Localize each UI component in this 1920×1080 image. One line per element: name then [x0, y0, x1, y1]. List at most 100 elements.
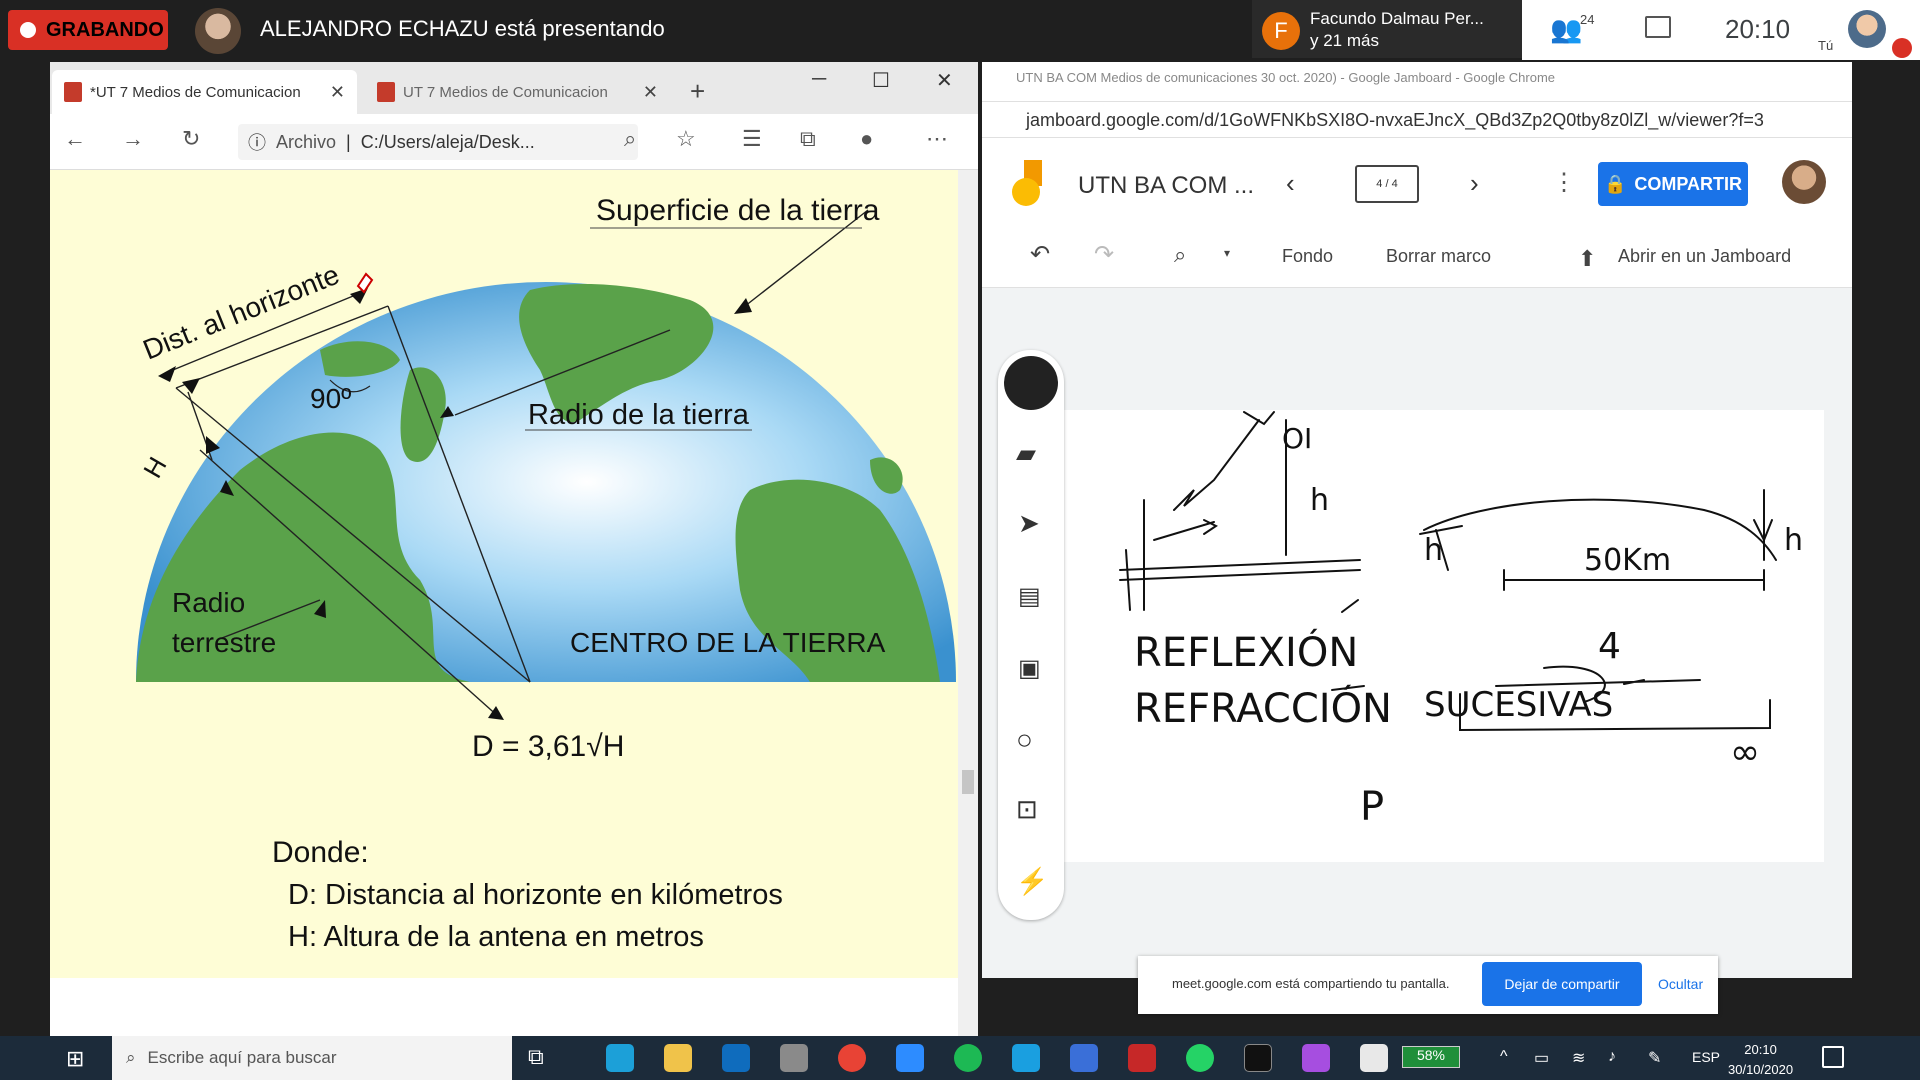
ink-line — [1243, 411, 1275, 426]
undo-icon[interactable]: ↶ — [1030, 240, 1050, 269]
arrow-head — [182, 378, 200, 394]
input-language[interactable]: ESP — [1692, 1049, 1720, 1065]
hide-notice-button[interactable]: Ocultar — [1658, 976, 1703, 992]
arrow-head — [488, 706, 504, 720]
chrome-icon[interactable] — [838, 1044, 866, 1072]
favorite-star-icon[interactable]: ☆ — [676, 126, 696, 152]
notification-icon[interactable] — [1822, 1046, 1844, 1068]
app-l-icon[interactable] — [1012, 1044, 1040, 1072]
jam-name[interactable]: UTN BA COM ... — [1078, 172, 1254, 200]
text-box-icon[interactable]: ⊡ — [1016, 794, 1038, 825]
ink-h2: h — [1424, 533, 1443, 568]
ink-distance: 50Km — [1584, 543, 1671, 578]
zoom-icon[interactable]: ⌕ — [624, 126, 636, 152]
battery-indicator[interactable]: 58% — [1402, 1046, 1460, 1068]
laser-icon[interactable]: ⚡ — [1016, 866, 1048, 897]
ink-line — [1119, 569, 1361, 581]
address-bar[interactable]: ⓘ Archivo | C:/Users/aleja/Desk... — [238, 124, 638, 160]
windows-start-icon[interactable]: ⊞ — [66, 1046, 84, 1072]
refresh-icon[interactable]: ↻ — [182, 126, 200, 152]
select-icon[interactable]: ➤ — [1018, 508, 1040, 539]
people-count: 24 — [1580, 12, 1595, 27]
ink-h3: h — [1784, 523, 1803, 558]
collections-icon[interactable]: ⧉ — [800, 126, 816, 152]
tab-label: *UT 7 Medios de Comunicacion — [90, 83, 301, 101]
zoom-app-icon[interactable] — [896, 1044, 924, 1072]
tray-time: 20:10 — [1744, 1042, 1777, 1057]
tab-pdf[interactable]: UT 7 Medios de Comunicacion ✕ — [365, 70, 670, 114]
arrow-head — [734, 298, 752, 314]
background-button[interactable]: Fondo — [1282, 246, 1333, 267]
share-button[interactable]: 🔒 COMPARTIR — [1598, 162, 1748, 206]
close-tab-icon[interactable]: ✕ — [643, 82, 658, 103]
terminal-icon[interactable] — [1244, 1044, 1272, 1072]
jamboard-user-avatar[interactable] — [1782, 160, 1826, 204]
clear-frame-button[interactable]: Borrar marco — [1386, 246, 1491, 267]
app-icon[interactable] — [1360, 1044, 1388, 1072]
arrow-head — [158, 366, 176, 382]
back-icon[interactable]: ← — [64, 126, 86, 152]
app-drop-icon[interactable] — [1302, 1044, 1330, 1072]
self-avatar[interactable] — [1848, 10, 1886, 48]
volume-icon[interactable]: ♪ — [1608, 1048, 1616, 1066]
frame-selector[interactable]: 4 / 4 — [1355, 165, 1419, 203]
jam-canvas[interactable]: OI h h h 50Km REFLEXIÓN REFRACCIÓN SUCES… — [1064, 410, 1824, 862]
ink-word-refraccion: REFRACCIÓN — [1134, 684, 1392, 732]
close-window-icon[interactable]: ✕ — [936, 68, 953, 93]
tray-chevron-icon[interactable]: ^ — [1500, 1048, 1508, 1066]
presenter-avatar — [195, 8, 241, 54]
zoom-dropdown-icon[interactable]: ▾ — [1224, 246, 1230, 260]
edge-app-icon[interactable] — [606, 1044, 634, 1072]
app-icon[interactable] — [780, 1044, 808, 1072]
close-tab-icon[interactable]: ✕ — [330, 82, 345, 103]
filezilla-icon[interactable] — [1128, 1044, 1156, 1072]
image-icon[interactable]: ▣ — [1018, 654, 1041, 683]
pen-tool-icon[interactable] — [1004, 356, 1058, 410]
jamboard-window-title: UTN BA COM Medios de comunicaciones 30 o… — [982, 62, 1852, 102]
taskbar-search-input[interactable]: ⌕ Escribe aquí para buscar — [112, 1036, 512, 1080]
pen-tray-icon[interactable]: ✎ — [1648, 1048, 1661, 1068]
circle-icon[interactable]: ○ — [1016, 724, 1033, 756]
stop-sharing-button[interactable]: Dejar de compartir — [1482, 962, 1642, 1006]
ink-drawing: OI h h h 50Km REFLEXIÓN REFRACCIÓN SUCES… — [1119, 411, 1803, 830]
meet-side-strip — [1852, 62, 1920, 1036]
profile-icon[interactable]: ● — [860, 126, 873, 152]
minimize-icon[interactable]: ─ — [812, 68, 826, 91]
whatsapp-icon[interactable] — [1186, 1044, 1214, 1072]
sticky-note-icon[interactable]: ▤ — [1018, 582, 1041, 611]
pdf-page-gap — [50, 978, 958, 1036]
open-in-jamboard-button[interactable]: Abrir en un Jamboard — [1618, 246, 1791, 267]
tab-pdf-active[interactable]: *UT 7 Medios de Comunicacion ✕ — [52, 70, 357, 114]
scrollbar-thumb[interactable] — [962, 770, 974, 794]
search-icon: ⌕ — [126, 1048, 136, 1067]
outlook-icon[interactable] — [722, 1044, 750, 1072]
new-tab-button[interactable]: + — [690, 76, 705, 107]
presenter-text: ALEJANDRO ECHAZU está presentando — [260, 16, 665, 41]
mail-icon[interactable] — [1070, 1044, 1098, 1072]
maximize-icon[interactable]: ☐ — [872, 68, 890, 93]
where-d: D: Distancia al horizonte en kilómetros — [288, 879, 783, 911]
zoom-icon[interactable]: ⌕ — [1174, 242, 1186, 268]
jam-tools-rail — [998, 350, 1064, 920]
forward-icon[interactable]: → — [122, 126, 144, 152]
chat-icon[interactable] — [1645, 16, 1671, 38]
file-explorer-icon[interactable] — [664, 1044, 692, 1072]
next-frame-icon[interactable]: › — [1470, 168, 1479, 199]
task-view-icon[interactable]: ⧉ — [528, 1044, 556, 1072]
wifi-icon[interactable]: ≋ — [1572, 1048, 1585, 1068]
pdf-scrollbar[interactable] — [958, 170, 978, 1036]
record-dot-icon — [20, 22, 36, 38]
eraser-icon[interactable]: ▰ — [1016, 438, 1036, 469]
tray-clock[interactable]: 20:10 30/10/2020 — [1728, 1040, 1793, 1080]
ink-oi: OI — [1282, 422, 1312, 455]
favorites-icon[interactable]: ☰ — [742, 126, 762, 152]
spotify-icon[interactable] — [954, 1044, 982, 1072]
redo-icon[interactable]: ↷ — [1094, 240, 1114, 269]
more-icon[interactable]: ⋯ — [926, 126, 948, 152]
more-options-icon[interactable]: ⋮ — [1552, 168, 1576, 197]
prev-frame-icon[interactable]: ‹ — [1286, 168, 1295, 199]
jamboard-url-bar[interactable]: jamboard.google.com/d/1GoWFNKbSXI8O-nvxa… — [982, 102, 1852, 138]
share-label: COMPARTIR — [1634, 173, 1743, 194]
tray-icon[interactable]: ▭ — [1534, 1048, 1549, 1068]
earth-diagram: Superficie de la tierra Dist. al horizon… — [136, 194, 956, 953]
